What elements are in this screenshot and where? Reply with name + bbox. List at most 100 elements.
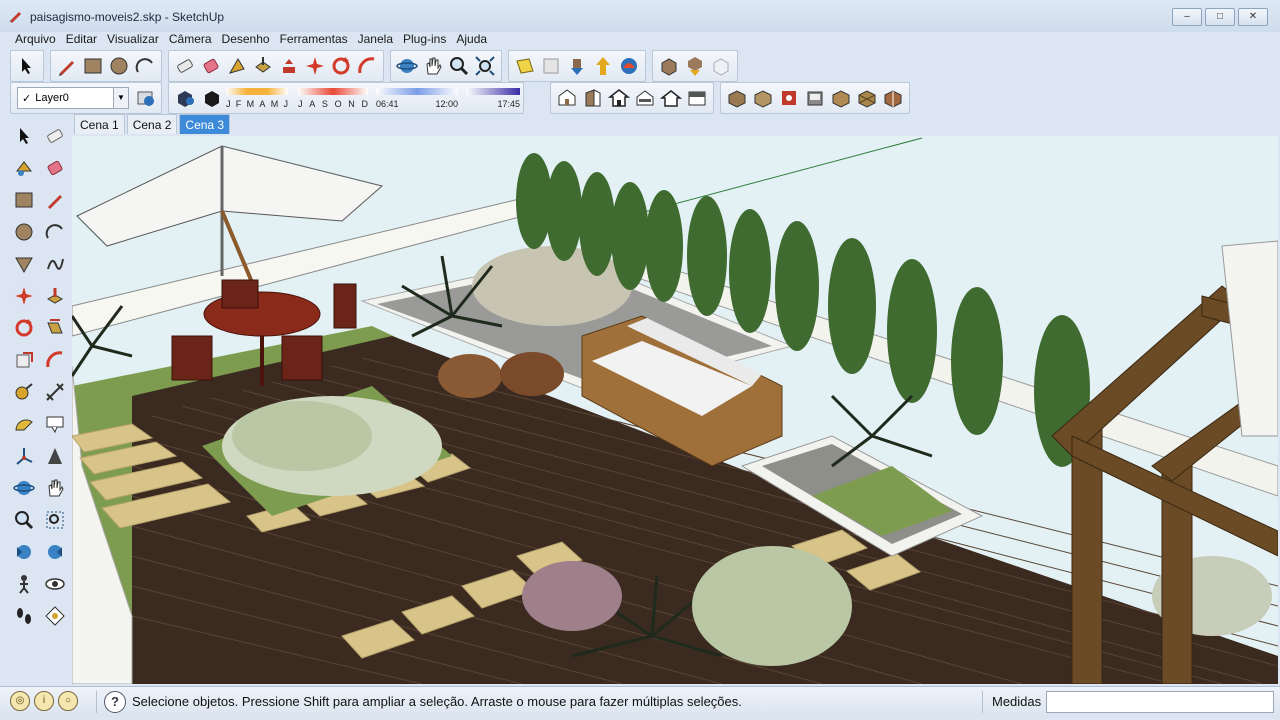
display-shadows-icon[interactable]: [198, 85, 224, 111]
offset-icon[interactable]: [224, 53, 250, 79]
scale-icon[interactable]: [354, 53, 380, 79]
section-plane-icon[interactable]: [39, 602, 70, 630]
eraser-icon[interactable]: [39, 122, 70, 150]
rotate-icon[interactable]: [8, 314, 39, 342]
paint-bucket-icon[interactable]: [198, 53, 224, 79]
textured-icon[interactable]: [828, 85, 854, 111]
hidden-line-icon[interactable]: [776, 85, 802, 111]
zoom-window-icon[interactable]: [39, 506, 70, 534]
make-component-icon[interactable]: [8, 154, 39, 182]
orbit-icon[interactable]: [8, 474, 39, 502]
components-icon[interactable]: [616, 53, 642, 79]
photo-texture-icon[interactable]: [538, 53, 564, 79]
month-slider[interactable]: J F M A M J: [224, 85, 290, 111]
pan-icon[interactable]: [39, 474, 70, 502]
zoom-extents-icon[interactable]: [472, 53, 498, 79]
top-view-icon[interactable]: [580, 85, 606, 111]
layer-manager-icon[interactable]: [132, 85, 158, 111]
next-view-icon[interactable]: [39, 538, 70, 566]
rectangle-icon[interactable]: [80, 53, 106, 79]
text-icon[interactable]: [39, 410, 70, 438]
orbit-icon[interactable]: [394, 53, 420, 79]
back-view-icon[interactable]: [658, 85, 684, 111]
time-slider[interactable]: 06:41 12:00: [374, 85, 458, 111]
move-icon[interactable]: [8, 282, 39, 310]
menu-plugins[interactable]: Plug-ins: [398, 32, 451, 48]
menu-visualizar[interactable]: Visualizar: [102, 32, 164, 48]
wireframe-icon[interactable]: [750, 85, 776, 111]
push-pull-icon[interactable]: [250, 53, 276, 79]
google-earth-icon[interactable]: [512, 53, 538, 79]
model-viewport[interactable]: [72, 136, 1278, 684]
move-icon[interactable]: [276, 53, 302, 79]
circle-icon[interactable]: [8, 218, 39, 246]
menu-desenho[interactable]: Desenho: [217, 32, 275, 48]
line-icon[interactable]: [39, 186, 70, 214]
credits-icon[interactable]: i: [34, 691, 54, 711]
measurements-input[interactable]: [1046, 691, 1274, 713]
arc-icon[interactable]: [39, 218, 70, 246]
geolocation-icon[interactable]: ◎: [10, 691, 30, 711]
pencil-icon[interactable]: [54, 53, 80, 79]
iso-view-icon[interactable]: [554, 85, 580, 111]
menu-camera[interactable]: Câmera: [164, 32, 217, 48]
close-button[interactable]: ✕: [1238, 8, 1268, 26]
dimension-icon[interactable]: [39, 378, 70, 406]
left-view-icon[interactable]: [684, 85, 710, 111]
front-view-icon[interactable]: [606, 85, 632, 111]
menu-janela[interactable]: Janela: [353, 32, 398, 48]
paint-bucket-icon[interactable]: [39, 154, 70, 182]
previous-view-icon[interactable]: [8, 538, 39, 566]
look-around-icon[interactable]: [39, 570, 70, 598]
chevron-down-icon[interactable]: ▼: [113, 88, 128, 108]
tab-cena-3[interactable]: Cena 3: [179, 114, 231, 134]
arc-icon[interactable]: [132, 53, 158, 79]
time-slider-end[interactable]: 17:45: [464, 85, 520, 111]
menu-editar[interactable]: Editar: [61, 32, 102, 48]
zoom-icon[interactable]: [446, 53, 472, 79]
upload-icon[interactable]: [656, 53, 682, 79]
polygon-icon[interactable]: [8, 250, 39, 278]
user-icon[interactable]: ○: [58, 691, 78, 711]
menu-ajuda[interactable]: Ajuda: [451, 32, 492, 48]
download-icon[interactable]: [682, 53, 708, 79]
position-camera-icon[interactable]: [8, 570, 39, 598]
back-edges-icon[interactable]: [880, 85, 906, 111]
protractor-icon[interactable]: [8, 410, 39, 438]
menu-ferramentas[interactable]: Ferramentas: [275, 32, 353, 48]
walk-icon[interactable]: [8, 602, 39, 630]
circle-icon[interactable]: [106, 53, 132, 79]
3d-text-icon[interactable]: [39, 442, 70, 470]
shaded-icon[interactable]: [802, 85, 828, 111]
month-slider-second-half[interactable]: J A S O N D: [296, 85, 368, 111]
get-models-icon[interactable]: [564, 53, 590, 79]
share-model-icon[interactable]: [590, 53, 616, 79]
select-icon[interactable]: [14, 53, 40, 79]
tab-cena-1[interactable]: Cena 1: [74, 114, 125, 134]
offset-icon[interactable]: [39, 346, 70, 374]
tape-measure-icon[interactable]: [8, 378, 39, 406]
follow-me-icon[interactable]: [39, 314, 70, 342]
axes-icon[interactable]: [8, 442, 39, 470]
pan-icon[interactable]: [420, 53, 446, 79]
rotate-icon[interactable]: [328, 53, 354, 79]
freehand-icon[interactable]: [39, 250, 70, 278]
minimize-button[interactable]: –: [1172, 8, 1202, 26]
select-icon[interactable]: [8, 122, 39, 150]
layer-select[interactable]: ✓ Layer0 ▼: [17, 87, 129, 109]
preview-icon[interactable]: [708, 53, 734, 79]
maximize-button[interactable]: □: [1205, 8, 1235, 26]
help-icon[interactable]: ?: [104, 691, 126, 713]
scale-icon[interactable]: [8, 346, 39, 374]
shadow-settings-icon[interactable]: [172, 85, 198, 111]
follow-me-icon[interactable]: [302, 53, 328, 79]
rectangle-icon[interactable]: [8, 186, 39, 214]
menu-arquivo[interactable]: Arquivo: [10, 32, 61, 48]
eraser-icon[interactable]: [172, 53, 198, 79]
push-pull-icon[interactable]: [39, 282, 70, 310]
monochrome-icon[interactable]: [854, 85, 880, 111]
xray-icon[interactable]: [724, 85, 750, 111]
right-view-icon[interactable]: [632, 85, 658, 111]
tab-cena-2[interactable]: Cena 2: [126, 114, 178, 134]
zoom-icon[interactable]: [8, 506, 39, 534]
